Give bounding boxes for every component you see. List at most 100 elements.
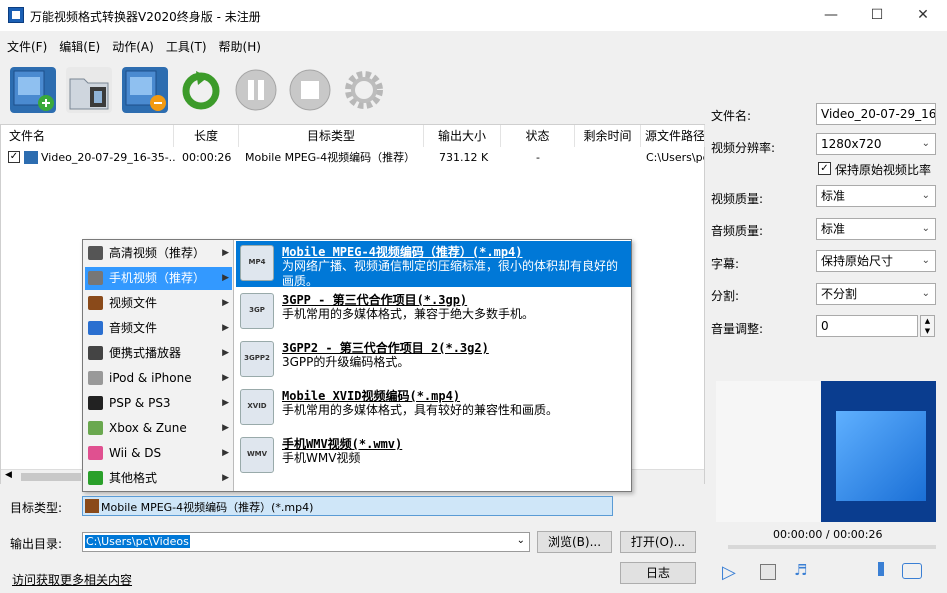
format-title: 3GPP - 第三代合作项目(*.3gp) [282, 293, 468, 307]
category-item[interactable]: Wii & DS ▶ [85, 442, 232, 465]
subtitle-select[interactable]: 保持原始尺寸 ⌄ [816, 250, 936, 272]
video-quality-label: 视频质量: [711, 192, 764, 206]
format-file-icon: MP4 [240, 245, 274, 281]
psp-icon [88, 396, 103, 410]
format-item[interactable]: WMV 手机WMV视频(*.wmv) 手机WMV视频 [236, 433, 631, 479]
phone-icon [88, 271, 103, 285]
maximize-button[interactable]: ☐ [854, 0, 900, 31]
category-item[interactable]: Xbox & Zune ▶ [85, 417, 232, 440]
volume-input[interactable]: 0 [816, 315, 918, 337]
minimize-button[interactable]: — [808, 0, 854, 31]
scroll-thumb[interactable] [21, 473, 81, 481]
scroll-left-icon[interactable]: ◀ [5, 470, 12, 480]
category-item[interactable]: 音频文件 ▶ [85, 317, 232, 340]
row-length: 00:00:26 [182, 151, 232, 164]
preview-screen-content [716, 381, 821, 522]
category-item[interactable]: 高清视频（推荐） ▶ [85, 242, 232, 265]
col-status[interactable]: 状态 [501, 125, 575, 147]
remove-file-button[interactable] [122, 67, 168, 113]
chevron-right-icon: ▶ [222, 248, 229, 258]
menu-file[interactable]: 文件(F) [2, 36, 52, 58]
volume-slider-thumb[interactable] [878, 562, 884, 576]
col-size[interactable]: 输出大小 [424, 125, 501, 147]
chevron-right-icon: ▶ [222, 273, 229, 283]
category-label: 便携式播放器 [109, 346, 182, 360]
format-item[interactable]: 3GP 3GPP - 第三代合作项目(*.3gp) 手机常用的多媒体格式，兼容于绝大… [236, 289, 631, 335]
format-item[interactable]: MP4 Mobile MPEG-4视频编码（推荐）(*.mp4) 为网络广播、视频通… [236, 241, 631, 288]
category-item[interactable]: 视频文件 ▶ [85, 292, 232, 315]
menu-bar: 文件(F) 编辑(E) 动作(A) 工具(T) 帮助(H) [0, 36, 266, 58]
pause-icon [235, 69, 277, 111]
row-target: Mobile MPEG-4视频编码（推荐） [245, 151, 416, 164]
keep-ratio-checkbox[interactable]: ✓ [818, 162, 831, 175]
more-content-link[interactable]: 访问获取更多相关内容 [12, 571, 132, 588]
menu-tools[interactable]: 工具(T) [161, 36, 212, 58]
add-folder-button[interactable] [66, 67, 112, 113]
stop-button[interactable] [287, 67, 333, 113]
video-preview [716, 381, 936, 522]
add-file-button[interactable] [10, 67, 56, 113]
format-file-icon: 3GPP2 [240, 341, 274, 377]
menu-edit[interactable]: 编辑(E) [54, 36, 105, 58]
category-item[interactable]: 便携式播放器 ▶ [85, 342, 232, 365]
output-dir-input[interactable]: C:\Users\pc\Videos ⌄ [82, 532, 530, 552]
convert-button[interactable] [178, 67, 224, 113]
volume-stepper[interactable]: ▲ ▼ [920, 315, 935, 337]
play-icon[interactable]: ▷ [722, 562, 742, 583]
filename-input[interactable]: Video_20-07-29_16-35- [816, 103, 936, 125]
chevron-down-icon: ⌄ [921, 190, 930, 201]
remove-video-icon [125, 70, 166, 111]
category-item[interactable]: iPod & iPhone ▶ [85, 367, 232, 390]
log-button[interactable]: 日志 [620, 562, 696, 584]
monitor-icon [88, 346, 103, 360]
format-title: 手机WMV视频(*.wmv) [282, 437, 403, 451]
target-type-field[interactable]: Mobile MPEG-4视频编码（推荐）(*.mp4) [82, 496, 613, 516]
volume-icon[interactable]: ♬ [794, 561, 810, 581]
split-select[interactable]: 不分割 ⌄ [816, 283, 936, 305]
chevron-down-icon: ⌄ [921, 255, 930, 266]
format-file-icon: 3GP [240, 293, 274, 329]
category-label: iPod & iPhone [109, 371, 192, 385]
pause-button[interactable] [233, 67, 279, 113]
close-button[interactable]: ✕ [900, 0, 946, 31]
col-target[interactable]: 目标类型 [239, 125, 424, 147]
category-item[interactable]: 其他格式 ▶ [85, 467, 232, 490]
settings-button[interactable] [341, 67, 387, 113]
row-checkbox[interactable]: ✓ [8, 151, 20, 163]
format-item[interactable]: XVID Mobile XVID视频编码(*.mp4) 手机常用的多媒体格式，具有较… [236, 385, 631, 431]
target-type-label: 目标类型: [10, 501, 63, 515]
category-item[interactable]: 手机视频（推荐） ▶ [85, 267, 232, 290]
menu-help[interactable]: 帮助(H) [214, 36, 266, 58]
hd-icon [88, 246, 103, 260]
row-filename: Video_20-07-29_16-35-... [41, 151, 176, 164]
resolution-label: 视频分辨率: [711, 141, 776, 155]
resolution-value: 1280x720 [821, 137, 882, 151]
camera-icon[interactable] [902, 563, 922, 579]
output-dir-value: C:\Users\pc\Videos [85, 535, 190, 548]
col-remaining[interactable]: 剩余时间 [575, 125, 641, 147]
format-icon-label: XVID [247, 402, 267, 410]
browse-button[interactable]: 浏览(B)... [537, 531, 612, 553]
format-title: Mobile XVID视频编码(*.mp4) [282, 389, 461, 403]
chevron-right-icon: ▶ [222, 473, 229, 483]
col-filename[interactable]: 文件名 [1, 125, 174, 147]
video-quality-select[interactable]: 标准 ⌄ [816, 185, 936, 207]
category-list: 高清视频（推荐） ▶ 手机视频（推荐） ▶ 视频文件 ▶ 音频文件 ▶ 便携式播放器 ▶ iPod … [83, 240, 234, 491]
seek-slider[interactable] [728, 545, 936, 549]
audio-quality-select[interactable]: 标准 ⌄ [816, 218, 936, 240]
menu-action[interactable]: 动作(A) [107, 36, 159, 58]
category-item[interactable]: PSP & PS3 ▶ [85, 392, 232, 415]
col-length[interactable]: 长度 [174, 125, 239, 147]
folder-film-icon [69, 78, 109, 110]
wii-icon [88, 446, 103, 460]
open-button[interactable]: 打开(O)... [620, 531, 696, 553]
format-item[interactable]: 3GPP2 3GPP2 - 第三代合作项目 2(*.3g2) 3GPP的升级编码格式… [236, 337, 631, 383]
chevron-right-icon: ▶ [222, 423, 229, 433]
category-label: 其他格式 [109, 471, 158, 485]
chevron-down-icon[interactable]: ⌄ [517, 535, 525, 546]
col-source-path[interactable]: 源文件路径 [641, 125, 705, 147]
stop-icon[interactable] [760, 564, 776, 580]
resolution-select[interactable]: 1280x720 ⌄ [816, 133, 936, 155]
chevron-down-icon: ⌄ [921, 288, 930, 299]
category-label: 手机视频（推荐） [109, 271, 206, 285]
